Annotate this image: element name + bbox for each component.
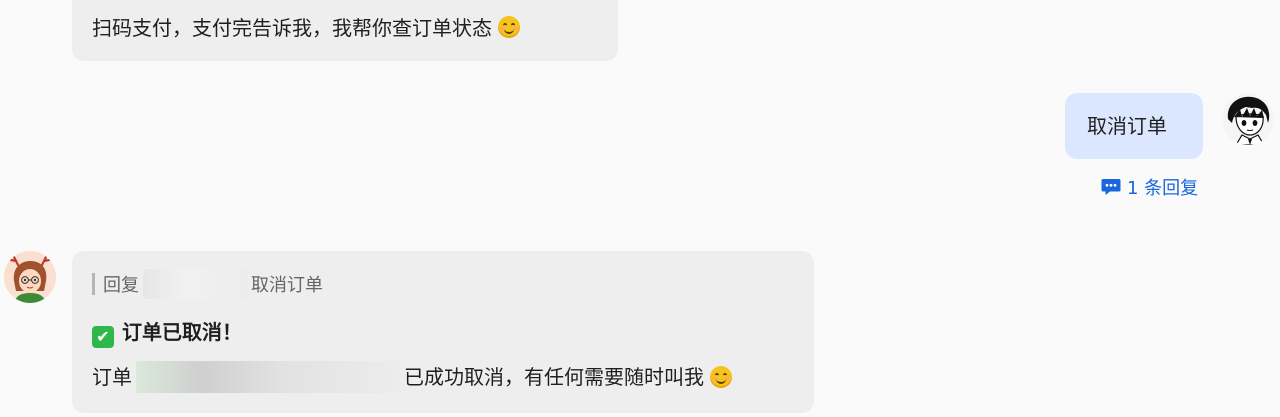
chat-canvas: 扫码支付，支付完告诉我，我帮你查订单状态 取消订单 1 条回复 回复 取消订单 … xyxy=(0,0,1280,417)
bot-message-bubble: 扫码支付，支付完告诉我，我帮你查订单状态 xyxy=(72,0,618,61)
quote-prefix: 回复 xyxy=(103,275,139,296)
smiling-face-emoji-icon xyxy=(498,16,520,38)
reply-title-row: ✔ 订单已取消！ xyxy=(92,318,242,348)
bot-message-text-row: 扫码支付，支付完告诉我，我帮你查订单状态 xyxy=(92,14,520,42)
comment-icon xyxy=(1101,179,1121,195)
reply-quote[interactable]: 回复 取消订单 xyxy=(92,269,323,299)
reply-body-row: 订单 已成功取消，有任何需要随时叫我 xyxy=(92,361,732,393)
user-avatar[interactable] xyxy=(1222,93,1274,145)
check-mark-icon: ✔ xyxy=(92,326,114,348)
user-message-text: 取消订单 xyxy=(1087,114,1167,138)
quote-text: 取消订单 xyxy=(251,275,323,296)
bot-avatar[interactable] xyxy=(4,251,56,303)
bot-avatar-image xyxy=(4,251,56,303)
smiling-face-emoji-icon xyxy=(710,366,732,388)
redacted-username xyxy=(143,269,247,299)
reply-count-label: 1 条回复 xyxy=(1127,178,1199,199)
reply-body-suffix: 已成功取消，有任何需要随时叫我 xyxy=(404,365,704,389)
quote-bar xyxy=(92,273,95,295)
user-avatar-image xyxy=(1222,93,1274,145)
user-message-bubble[interactable]: 取消订单 xyxy=(1065,93,1203,159)
redacted-order-number xyxy=(136,361,400,393)
reply-count-link[interactable]: 1 条回复 xyxy=(1101,174,1198,200)
reply-title: 订单已取消！ xyxy=(122,320,242,344)
bot-message-text: 扫码支付，支付完告诉我，我帮你查订单状态 xyxy=(92,16,492,40)
reply-body-prefix: 订单 xyxy=(92,365,132,389)
